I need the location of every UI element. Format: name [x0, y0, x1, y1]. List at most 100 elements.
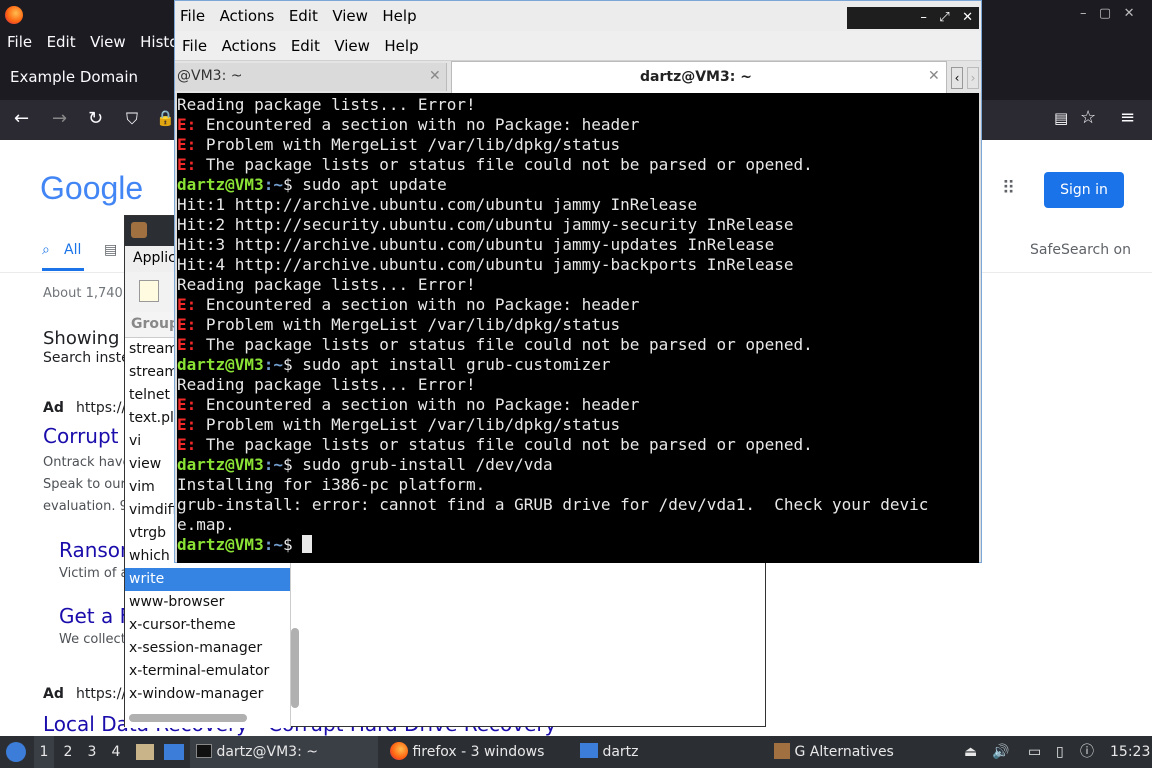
group-list-item[interactable]: x-window-manager [125, 683, 290, 706]
safesearch-status[interactable]: SafeSearch on [1030, 242, 1131, 258]
terminal-line-text: The package lists or status file could n… [196, 335, 813, 354]
workspace-4[interactable]: 4 [106, 736, 126, 768]
google-logo[interactable]: Google [40, 170, 143, 207]
network-icon[interactable]: ▭ [1028, 736, 1041, 768]
taskbar-app-firefox[interactable]: firefox - 3 windows [388, 736, 568, 768]
vertical-scrollbar[interactable] [291, 628, 299, 708]
prompt-user: dartz@VM3 [177, 455, 264, 474]
menu-actions[interactable]: Actions [217, 31, 282, 61]
sign-in-button[interactable]: Sign in [1044, 172, 1124, 208]
menu-view[interactable]: View [329, 31, 375, 61]
group-list-item[interactable]: www-browser [125, 591, 290, 614]
taskbar-app-dartz-folder[interactable]: dartz [580, 736, 760, 768]
group-list-item[interactable]: x-cursor-theme [125, 614, 290, 637]
terminal-tab-active[interactable]: dartz@VM3: ~ ✕ [451, 61, 947, 93]
horizontal-scrollbar[interactable] [129, 714, 247, 722]
app-menu-icon[interactable] [6, 736, 28, 768]
menu-view[interactable]: View [327, 1, 373, 31]
minimize-icon[interactable]: – [920, 10, 927, 25]
volume-icon[interactable]: 🔊 [992, 736, 1009, 768]
ad-label: Ad [43, 400, 64, 416]
workspace-3[interactable]: 3 [82, 736, 102, 768]
terminal-line: E: The package lists or status file coul… [177, 335, 979, 355]
prompt-path: :~ [263, 535, 283, 554]
folder-icon [580, 743, 598, 758]
maximize-icon[interactable]: ⤢ [939, 10, 949, 25]
shield-icon[interactable]: ⛉ [126, 109, 138, 129]
menu-file[interactable]: File [2, 30, 37, 54]
terminal-tab[interactable]: @VM3: ~ ✕ [175, 63, 447, 91]
show-desktop-icon[interactable] [164, 736, 184, 768]
terminal-line-text: Encountered a section with no Package: h… [196, 295, 640, 314]
tray-eject-icon[interactable]: ⏏ [964, 736, 977, 768]
group-list-item[interactable]: x-session-manager [125, 637, 290, 660]
clock[interactable]: 15:23 [1110, 736, 1150, 768]
close-tab-icon[interactable]: ✕ [429, 68, 441, 84]
terminal-titlebar[interactable]: File Actions Edit View Help – ⤢ ✕ [175, 1, 981, 31]
sitelink-desc: Victim of a [59, 566, 129, 581]
taskbar-app-label: dartz@VM3: ~ [216, 744, 318, 760]
forward-icon[interactable]: → [52, 108, 67, 129]
menu-file[interactable]: File [175, 1, 210, 31]
terminal-line-text: Encountered a section with no Package: h… [196, 395, 640, 414]
search-instead[interactable]: Search inste [43, 350, 130, 366]
reader-mode-icon[interactable]: ▤ [1054, 109, 1068, 127]
terminal-tab-label: @VM3: ~ [177, 68, 243, 84]
group-header-label: Group [131, 316, 180, 332]
terminal-line: dartz@VM3:~$ [177, 535, 979, 555]
menu-actions[interactable]: Actions [215, 1, 280, 31]
tab-scroll-left-icon[interactable]: ‹ [951, 67, 963, 89]
menu-help[interactable]: Help [379, 31, 423, 61]
terminal-line: Installing for i386-pc platform. [177, 475, 486, 494]
sitelink-title[interactable]: Get a F [59, 604, 131, 628]
menu-edit[interactable]: Edit [284, 1, 323, 31]
taskbar-app-label: dartz [602, 744, 639, 760]
hamburger-menu-icon[interactable]: ≡ [1120, 107, 1135, 128]
bookmark-star-icon[interactable]: ☆ [1080, 107, 1096, 128]
command-text: sudo apt install grub-customizer [302, 355, 611, 374]
notification-icon[interactable]: ⓘ [1080, 736, 1094, 768]
terminal-line-text: Encountered a section with no Package: h… [196, 115, 640, 134]
group-list-item[interactable]: write [125, 568, 290, 591]
properties-icon[interactable] [139, 280, 159, 302]
sitelink-desc: We collect [59, 632, 126, 647]
command-text: sudo apt update [302, 175, 447, 194]
menu-applications[interactable]: Applic [133, 250, 176, 266]
menu-help[interactable]: Help [377, 1, 421, 31]
firefox-window-controls[interactable]: – ▢ ✕ [1080, 6, 1150, 21]
terminal-line: grub-install: error: cannot find a GRUB … [177, 495, 929, 514]
menu-file[interactable]: File [177, 31, 212, 61]
terminal-line: dartz@VM3:~$ sudo apt install grub-custo… [177, 355, 979, 375]
taskbar-app-terminal[interactable]: dartz@VM3: ~ [190, 736, 378, 768]
tab-scroll-right-icon[interactable]: › [967, 67, 979, 89]
terminal-window: File Actions Edit View Help – ⤢ ✕ File A… [174, 0, 982, 563]
news-icon[interactable]: ▤ [104, 242, 117, 258]
tab-all[interactable]: All [64, 242, 81, 258]
close-icon[interactable]: ✕ [962, 10, 973, 25]
alternatives-icon [774, 743, 790, 759]
terminal-line: Hit:1 http://archive.ubuntu.com/ubuntu j… [177, 195, 698, 214]
clipboard-icon[interactable]: ▯ [1056, 736, 1064, 768]
menu-edit[interactable]: Edit [286, 31, 325, 61]
reload-icon[interactable]: ↻ [88, 108, 103, 129]
back-icon[interactable]: ← [14, 108, 29, 129]
terminal-line: dartz@VM3:~$ sudo grub-install /dev/vda [177, 455, 979, 475]
terminal-line: Hit:2 http://security.ubuntu.com/ubuntu … [177, 215, 794, 234]
prompt-symbol: $ [282, 355, 303, 374]
ad-desc: Ontrack have [43, 455, 131, 470]
menu-view[interactable]: View [85, 30, 131, 54]
taskbar-app-alternatives[interactable]: G Alternatives [774, 736, 954, 768]
terminal-output[interactable]: Reading package lists... Error! E: Encoun… [177, 93, 979, 563]
workspace-1[interactable]: 1 [34, 736, 54, 768]
firefox-tab[interactable]: Example Domain [10, 68, 138, 86]
close-tab-icon[interactable]: ✕ [928, 68, 940, 84]
workspace-2[interactable]: 2 [58, 736, 78, 768]
group-list-item[interactable]: x-terminal-emulator [125, 660, 290, 683]
error-prefix: E: [177, 115, 197, 134]
terminal-line: dartz@VM3:~$ sudo apt update [177, 175, 979, 195]
menu-edit[interactable]: Edit [42, 30, 81, 54]
terminal-line: E: Problem with MergeList /var/lib/dpkg/… [177, 315, 979, 335]
error-prefix: E: [177, 155, 197, 174]
apps-grid-icon[interactable]: ⠿ [1002, 178, 1015, 199]
file-manager-launcher-icon[interactable] [136, 736, 154, 768]
